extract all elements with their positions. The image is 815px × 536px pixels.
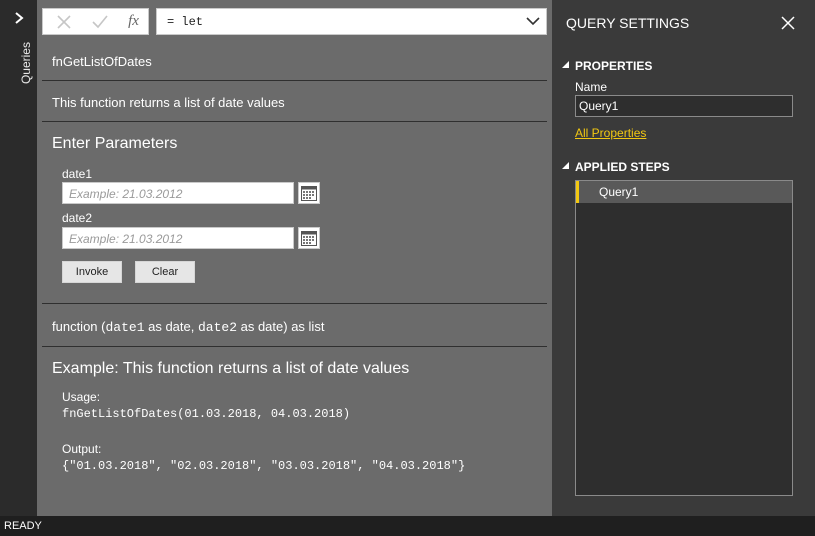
- status-bar: READY: [0, 516, 815, 536]
- properties-header[interactable]: PROPERTIES: [575, 59, 652, 73]
- query-settings-title: QUERY SETTINGS: [566, 15, 690, 31]
- cancel-formula-button[interactable]: [47, 9, 80, 34]
- parameters-section: Enter Parameters date1 Example: 21.03.20…: [42, 122, 547, 304]
- query-name-input[interactable]: Query1: [575, 95, 793, 117]
- formula-bar: fx = let: [37, 0, 552, 42]
- clear-button[interactable]: Clear: [135, 261, 195, 283]
- x-icon: [56, 14, 71, 29]
- chevron-right-icon[interactable]: [12, 10, 26, 26]
- formula-input[interactable]: = let: [156, 8, 547, 35]
- name-label: Name: [575, 80, 608, 94]
- date1-picker-button[interactable]: [298, 182, 320, 204]
- function-name-section: fnGetListOfDates: [42, 42, 547, 81]
- queries-label[interactable]: Queries: [19, 42, 33, 84]
- date1-label: date1: [62, 167, 93, 181]
- example-title: Example: This function returns a list of…: [52, 360, 410, 377]
- chevron-down-icon[interactable]: [526, 15, 540, 27]
- applied-steps-list: Query1: [575, 180, 793, 496]
- date2-input[interactable]: Example: 21.03.2012: [62, 227, 294, 249]
- example-section: Example: This function returns a list of…: [42, 347, 547, 487]
- date2-label: date2: [62, 211, 93, 225]
- query-settings-panel: QUERY SETTINGS PROPERTIES Name Query1 Al…: [552, 0, 815, 516]
- usage-code: fnGetListOfDates(01.03.2018, 04.03.2018): [62, 407, 351, 421]
- usage-label: Usage:: [62, 390, 101, 404]
- invoke-button[interactable]: Invoke: [62, 261, 122, 283]
- date1-input[interactable]: Example: 21.03.2012: [62, 182, 294, 204]
- function-signature: function (date1 as date, date2 as date) …: [52, 319, 324, 335]
- function-signature-section: function (date1 as date, date2 as date) …: [42, 304, 547, 347]
- applied-step-label: Query1: [599, 185, 639, 199]
- main-pane-footer: [37, 487, 552, 516]
- status-text: READY: [4, 520, 42, 532]
- output-code: {"01.03.2018", "02.03.2018", "03.03.2018…: [62, 459, 466, 473]
- signature-param-2: date2: [197, 320, 237, 335]
- signature-suffix: as date) as list: [237, 319, 325, 334]
- calendar-icon: [301, 186, 317, 201]
- formula-text: = let: [167, 15, 204, 29]
- collapse-triangle-icon[interactable]: [562, 61, 570, 69]
- collapse-triangle-icon[interactable]: [562, 162, 570, 170]
- parameters-title: Enter Parameters: [52, 135, 178, 152]
- output-label: Output:: [62, 442, 102, 456]
- signature-prefix: function (: [52, 319, 106, 334]
- date2-picker-button[interactable]: [298, 227, 320, 249]
- commit-formula-button[interactable]: [83, 9, 116, 34]
- calendar-icon: [301, 231, 317, 246]
- function-description: This function returns a list of date val…: [52, 95, 285, 110]
- close-icon[interactable]: [781, 16, 795, 30]
- applied-steps-header[interactable]: APPLIED STEPS: [575, 160, 670, 174]
- function-name: fnGetListOfDates: [52, 54, 152, 69]
- function-description-section: This function returns a list of date val…: [42, 81, 547, 122]
- check-icon: [91, 14, 108, 28]
- formula-buttons: fx: [42, 8, 149, 35]
- signature-mid: as date,: [144, 319, 198, 334]
- fx-button[interactable]: fx: [117, 9, 150, 34]
- applied-step-item[interactable]: Query1: [576, 181, 792, 203]
- main-pane: fx = let fnGetListOfDates This function …: [37, 0, 552, 516]
- signature-param-1: date1: [105, 320, 145, 335]
- all-properties-link[interactable]: All Properties: [575, 126, 646, 140]
- queries-rail[interactable]: Queries: [0, 0, 37, 516]
